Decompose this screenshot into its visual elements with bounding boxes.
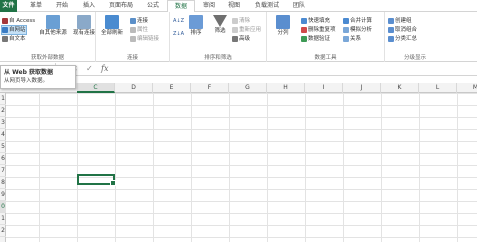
reapply-icon xyxy=(232,26,238,33)
from-text-button[interactable]: 自文本 xyxy=(2,35,26,43)
group-icon xyxy=(388,17,394,24)
advanced-icon xyxy=(232,35,238,42)
tab-view[interactable]: 视图 xyxy=(223,0,245,12)
worksheet-grid[interactable]: CDEFGHIJKLM 123456789012 xyxy=(0,83,477,242)
ribbon: 自 Access 自网站 自文本 自其他来源 现有连接 获取外部数据 全部刷新 … xyxy=(0,12,477,62)
consolidate-icon xyxy=(343,17,349,24)
remove-duplicates-icon xyxy=(301,26,307,33)
advanced-filter-button[interactable]: 高级 xyxy=(232,35,250,43)
group-label-data-tools: 数据工具 xyxy=(314,55,337,61)
tab-file[interactable]: 文件 xyxy=(0,0,17,12)
properties-button[interactable]: 属性 xyxy=(130,26,148,34)
consolidate-button[interactable]: 合并计算 xyxy=(343,17,372,25)
group-sort-filter: A↓Z Z↓A 排序 筛选 清除 重新应用 高级 排序和筛选 xyxy=(170,12,267,62)
properties-icon xyxy=(130,26,136,33)
subtotal-icon xyxy=(388,35,394,42)
group-label-get-external: 获取外部数据 xyxy=(30,55,64,61)
group-label-outline: 分级显示 xyxy=(403,55,426,61)
column-header-e[interactable]: E xyxy=(153,83,191,93)
group-outline: 创建组 取消组合 分类汇总 分级显示 xyxy=(385,12,445,62)
text-to-columns-button[interactable]: 分列 xyxy=(269,15,297,37)
access-icon xyxy=(2,17,8,24)
relationships-icon xyxy=(343,35,349,42)
enter-icon[interactable]: ✓ xyxy=(86,63,93,75)
from-web-button[interactable]: 自网站 xyxy=(1,25,27,35)
sort-icon xyxy=(189,15,203,29)
refresh-all-button[interactable]: 全部刷新 xyxy=(98,15,126,37)
filter-funnel-icon xyxy=(213,15,227,27)
subtotal-button[interactable]: 分类汇总 xyxy=(388,35,417,43)
tooltip-from-web: 从 Web 获取数据 从网页导入数据。 xyxy=(0,65,76,89)
tooltip-title: 从 Web 获取数据 xyxy=(4,69,53,76)
data-validation-button[interactable]: 数据验证 xyxy=(301,35,330,43)
column-header-m[interactable]: M xyxy=(457,83,477,93)
ungroup-icon xyxy=(388,26,394,33)
column-header-c[interactable]: C xyxy=(77,83,115,93)
active-cell[interactable] xyxy=(77,174,116,186)
sort-button[interactable]: 排序 xyxy=(186,15,206,37)
clear-filter-button[interactable]: 清除 xyxy=(232,17,250,25)
text-to-columns-icon xyxy=(276,15,290,29)
what-if-icon xyxy=(343,26,349,33)
column-header-j[interactable]: J xyxy=(343,83,381,93)
column-header-g[interactable]: G xyxy=(229,83,267,93)
flash-fill-icon xyxy=(301,17,307,24)
remove-duplicates-button[interactable]: 删除重复项 xyxy=(301,26,336,34)
group-get-external-data: 自 Access 自网站 自文本 自其他来源 现有连接 获取外部数据 xyxy=(0,12,96,62)
refresh-icon xyxy=(105,15,119,29)
reapply-button[interactable]: 重新应用 xyxy=(232,26,261,34)
tab-review[interactable]: 审阅 xyxy=(198,0,220,12)
data-validation-icon xyxy=(301,35,307,42)
connections-icon xyxy=(130,17,136,24)
column-header-f[interactable]: F xyxy=(191,83,229,93)
edit-links-button[interactable]: 编辑链接 xyxy=(130,35,159,43)
clear-icon xyxy=(232,17,238,24)
insert-function-icon[interactable]: fx xyxy=(101,63,108,75)
text-file-icon xyxy=(2,35,8,42)
existing-connections-icon xyxy=(77,15,91,29)
connections-button[interactable]: 连接 xyxy=(130,17,148,25)
flash-fill-button[interactable]: 快速填充 xyxy=(301,17,330,25)
group-connections: 全部刷新 连接 属性 编辑链接 连接 xyxy=(96,12,170,62)
edit-links-icon xyxy=(130,35,136,42)
tab-home[interactable]: 开始 xyxy=(52,0,72,12)
from-access-button[interactable]: 自 Access xyxy=(2,17,35,25)
tab-load-test[interactable]: 负载测试 xyxy=(250,0,284,12)
what-if-analysis-button[interactable]: 模拟分析 xyxy=(343,26,372,34)
tab-formulas[interactable]: 公式 xyxy=(142,0,164,12)
globe-icon xyxy=(2,26,8,33)
existing-connections-button[interactable]: 现有连接 xyxy=(72,15,96,37)
tooltip-body: 从网页导入数据。 xyxy=(4,78,49,84)
sort-descending-button[interactable]: Z↓A xyxy=(173,30,184,38)
tab-insert[interactable]: 插入 xyxy=(79,0,99,12)
group-data-tools: 分列 快速填充 删除重复项 数据验证 合并计算 模拟分析 关系 数据工具 xyxy=(267,12,385,62)
column-header-i[interactable]: I xyxy=(305,83,343,93)
tab-menu[interactable]: 革单 xyxy=(26,0,46,12)
column-header-h[interactable]: H xyxy=(267,83,305,93)
filter-button[interactable]: 筛选 xyxy=(210,15,230,35)
column-header-k[interactable]: K xyxy=(381,83,419,93)
other-sources-button[interactable]: 自其他来源 xyxy=(36,15,70,37)
ribbon-tab-bar: 文件 革单 开始 插入 页面布局 公式 数据 审阅 视图 负载测试 团队 xyxy=(0,0,477,13)
ungroup-button[interactable]: 取消组合 xyxy=(388,26,417,34)
group-label-sort-filter: 排序和筛选 xyxy=(204,55,232,61)
column-header-d[interactable]: D xyxy=(115,83,153,93)
group-label-connections: 连接 xyxy=(126,55,138,61)
sort-ascending-button[interactable]: A↓Z xyxy=(173,17,184,25)
column-header-l[interactable]: L xyxy=(419,83,457,93)
cell-area[interactable] xyxy=(6,93,477,242)
tab-page-layout[interactable]: 页面布局 xyxy=(104,0,138,12)
relationships-button[interactable]: 关系 xyxy=(343,35,361,43)
other-sources-icon xyxy=(46,15,60,29)
group-button[interactable]: 创建组 xyxy=(388,17,412,25)
tab-team[interactable]: 团队 xyxy=(288,0,310,12)
excel-window: 文件 革单 开始 插入 页面布局 公式 数据 审阅 视图 负载测试 团队 自 A… xyxy=(0,0,477,242)
